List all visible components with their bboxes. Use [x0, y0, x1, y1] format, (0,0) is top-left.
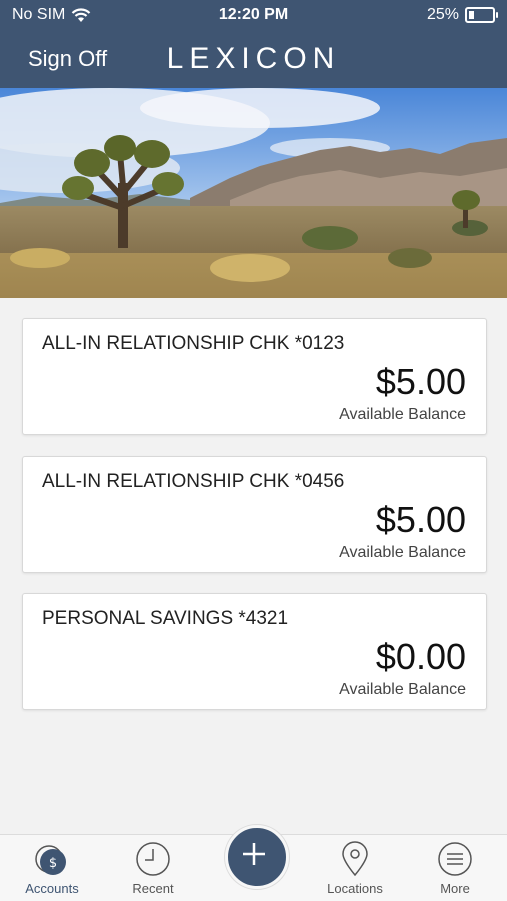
account-name: ALL-IN RELATIONSHIP CHK *0123 [42, 333, 345, 354]
accounts-dollar-icon: $ [35, 845, 66, 875]
nav-bar: Sign Off LEXICON [0, 40, 507, 80]
tab-recent-label: Recent [132, 881, 174, 896]
location-pin-icon [342, 841, 368, 877]
tab-accounts[interactable]: $ Accounts [2, 835, 102, 901]
balance-label: Available Balance [339, 544, 466, 561]
tab-more[interactable]: More [405, 835, 505, 901]
clock-icon [136, 842, 170, 876]
account-balance: $5.00 [375, 499, 466, 540]
account-card[interactable]: ALL-IN RELATIONSHIP CHK *0123 $5.00 Avai… [22, 318, 487, 435]
tab-recent[interactable]: Recent [103, 835, 203, 901]
battery-percent: 25% [426, 6, 459, 23]
account-card[interactable]: ALL-IN RELATIONSHIP CHK *0456 $5.00 Avai… [22, 456, 487, 573]
account-name: ALL-IN RELATIONSHIP CHK *0456 [42, 471, 345, 492]
hero-image [0, 88, 507, 298]
add-button[interactable] [225, 825, 289, 889]
brand-logo: LEXICON [166, 42, 341, 75]
tab-locations-label: Locations [327, 881, 383, 896]
balance-label: Available Balance [339, 406, 466, 423]
tab-accounts-label: Accounts [25, 881, 79, 896]
account-balance: $0.00 [375, 636, 466, 677]
tab-more-label: More [440, 881, 470, 896]
desert-landscape-image [0, 88, 507, 298]
account-name: PERSONAL SAVINGS *4321 [42, 608, 289, 629]
svg-text:$: $ [49, 856, 57, 871]
account-card[interactable]: PERSONAL SAVINGS *4321 $0.00 Available B… [22, 593, 487, 710]
battery-icon [465, 7, 498, 23]
status-bar: No SIM 12:20 PM 25% [0, 0, 507, 30]
account-balance: $5.00 [375, 361, 466, 402]
plus-icon [243, 843, 265, 865]
tab-locations[interactable]: Locations [305, 835, 405, 901]
top-bar: No SIM 12:20 PM 25% Sign Off LEXICON [0, 0, 507, 88]
balance-label: Available Balance [339, 681, 466, 698]
menu-icon [438, 842, 472, 876]
